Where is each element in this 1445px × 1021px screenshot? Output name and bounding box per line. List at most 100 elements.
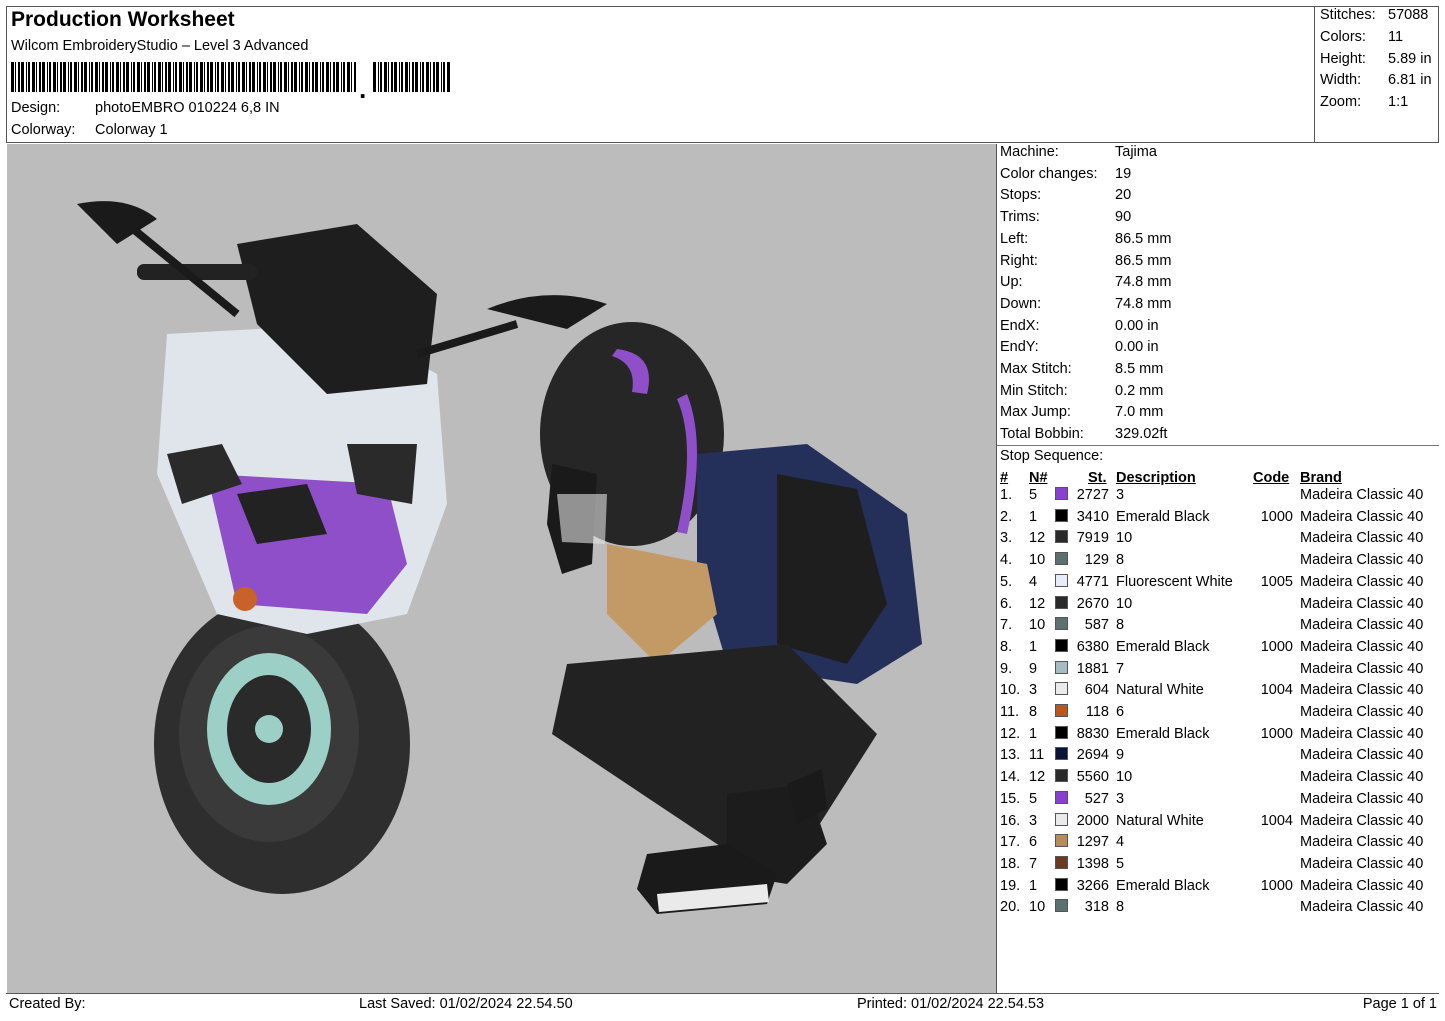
row-num: 2.	[1000, 508, 1013, 525]
row-brand: Madeira Classic 40	[1300, 660, 1424, 677]
color-swatch	[1055, 508, 1068, 522]
info-value: 8.5 mm	[1115, 361, 1164, 377]
table-row: 16. 3 2000 Natural White 1004 Madeira Classic…	[997, 812, 1439, 835]
row-code: 1000	[1260, 638, 1293, 655]
info-label: Max Stitch:	[1000, 361, 1072, 377]
summary-value: 5.89 in	[1388, 50, 1432, 67]
col-num: #	[1000, 470, 1009, 486]
info-label: Min Stitch:	[1000, 382, 1068, 399]
info-value: 19	[1115, 165, 1132, 182]
row-code: 1000	[1260, 725, 1293, 742]
info-value: 0.00 in	[1115, 339, 1159, 356]
row-needle: 1	[1029, 877, 1038, 894]
table-row: 20. 10 318 8 Madeira Classic 40	[997, 899, 1439, 921]
row-needle: 3	[1029, 812, 1038, 829]
info-row: Stops: 20	[1000, 187, 1131, 203]
row-needle: 12	[1029, 595, 1046, 612]
table-row: 12. 1 8830 Emerald Black 1000 Madeira Classic…	[997, 725, 1439, 748]
divider	[997, 445, 1439, 446]
info-row: Left: 86.5 mm	[1000, 231, 1171, 247]
table-row: 17. 6 1297 4 Madeira Classic 40	[997, 834, 1439, 856]
row-stitches: 2670	[1076, 595, 1109, 612]
row-needle: 8	[1029, 704, 1038, 720]
row-brand: Madeira Classic 40	[1300, 747, 1424, 764]
row-brand: Madeira Classic 40	[1300, 790, 1424, 807]
row-stitches: 1297	[1076, 834, 1109, 851]
row-stitches: 4771	[1076, 573, 1109, 590]
summary-label: Height:	[1320, 50, 1366, 67]
row-stitches: 527	[1084, 790, 1109, 807]
worksheet-footer: Created By: Last Saved: 01/02/2024 22.54…	[6, 993, 1439, 1015]
row-needle: 10	[1029, 552, 1046, 569]
info-label: Trims:	[1000, 209, 1040, 226]
row-num: 14.	[1000, 769, 1021, 786]
row-description: 5	[1116, 855, 1125, 872]
row-stitches: 6380	[1076, 638, 1109, 655]
table-row: 11. 8 118 6 Madeira Classic 40	[997, 704, 1439, 726]
stop-sequence-title: Stop Sequence:	[1000, 448, 1104, 464]
row-num: 15.	[1000, 790, 1021, 807]
row-brand: Madeira Classic 40	[1300, 530, 1424, 547]
row-description: Natural White	[1116, 812, 1204, 829]
row-needle: 10	[1029, 899, 1046, 916]
info-row: Down: 74.8 mm	[1000, 296, 1171, 312]
row-brand: Madeira Classic 40	[1300, 834, 1424, 851]
row-stitches: 118	[1085, 704, 1109, 720]
row-brand: Madeira Classic 40	[1300, 899, 1424, 916]
row-num: 6.	[1000, 595, 1013, 612]
info-label: Max Jump:	[1000, 404, 1071, 421]
row-description: Emerald Black	[1116, 638, 1210, 655]
info-value: 74.8 mm	[1115, 295, 1172, 312]
row-description: Fluorescent White	[1116, 573, 1233, 590]
row-needle: 5	[1029, 487, 1038, 503]
table-row: 14. 12 5560 10 Madeira Classic 40	[997, 769, 1439, 791]
row-num: 10.	[1000, 682, 1021, 699]
info-row: Max Stitch: 8.5 mm	[1000, 361, 1163, 377]
summary-label: Stitches:	[1320, 7, 1376, 23]
row-num: 17.	[1000, 834, 1021, 851]
info-label: Up:	[1000, 274, 1023, 291]
row-description: 6	[1116, 704, 1125, 720]
row-brand: Madeira Classic 40	[1300, 595, 1424, 612]
info-row: EndY: 0.00 in	[1000, 339, 1159, 355]
col-n: N#	[1029, 470, 1048, 486]
color-swatch	[1055, 552, 1068, 566]
row-description: Emerald Black	[1116, 725, 1210, 742]
colorway-value: Colorway 1	[95, 122, 168, 138]
row-stitches: 3266	[1076, 877, 1109, 894]
color-swatch	[1055, 899, 1068, 913]
info-label: EndX:	[1000, 317, 1040, 334]
summary-row: Colors: 11	[1320, 29, 1403, 45]
row-stitches: 318	[1084, 899, 1109, 916]
row-code: 1004	[1260, 812, 1293, 829]
row-code: 1005	[1260, 573, 1293, 590]
row-brand: Madeira Classic 40	[1300, 725, 1424, 742]
color-swatch	[1055, 747, 1068, 761]
info-row: Color changes: 19	[1000, 166, 1131, 182]
color-swatch	[1055, 682, 1068, 696]
row-description: 9	[1116, 747, 1125, 764]
row-description: Natural White	[1116, 682, 1204, 699]
summary-row: Width: 6.81 in	[1320, 72, 1432, 88]
row-needle: 1	[1029, 508, 1038, 525]
row-description: 8	[1116, 899, 1125, 916]
row-needle: 11	[1029, 747, 1045, 764]
row-num: 8.	[1000, 638, 1013, 655]
color-swatch	[1055, 530, 1068, 544]
row-description: 10	[1116, 530, 1133, 547]
info-value: 0.00 in	[1115, 317, 1159, 334]
row-brand: Madeira Classic 40	[1300, 638, 1424, 655]
row-num: 7.	[1000, 617, 1013, 634]
summary-label: Zoom:	[1320, 94, 1362, 111]
worksheet-header: Production Worksheet Wilcom EmbroiderySt…	[6, 6, 1439, 143]
info-label: EndY:	[1000, 339, 1039, 356]
design-preview	[7, 144, 997, 993]
row-needle: 12	[1029, 530, 1046, 547]
table-row: 6. 12 2670 10 Madeira Classic 40	[997, 595, 1439, 618]
svg-text:,: ,	[359, 74, 366, 98]
row-stitches: 2694	[1076, 747, 1109, 764]
row-num: 16.	[1000, 812, 1021, 829]
page-number: Page 1 of 1	[1362, 996, 1437, 1012]
summary-label: Colors:	[1320, 28, 1366, 45]
info-label: Stops:	[1000, 187, 1042, 204]
